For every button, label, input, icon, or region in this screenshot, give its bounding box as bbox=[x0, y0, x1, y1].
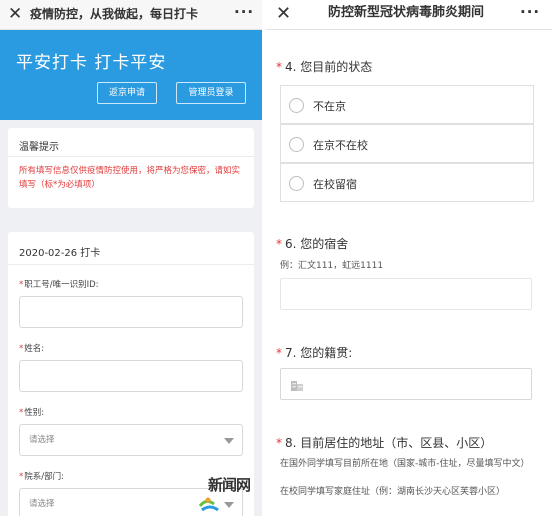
left-page-title: 疫情防控，从我做起，每日打卡 bbox=[30, 7, 199, 21]
radio-button[interactable] bbox=[289, 176, 304, 191]
staff-id-input[interactable] bbox=[19, 296, 243, 328]
close-icon[interactable]: ✕ bbox=[8, 4, 22, 24]
gender-select[interactable]: 请选择 bbox=[19, 424, 243, 456]
watermark-logo: 新闻网 bbox=[196, 470, 262, 516]
checkin-date-title: 2020-02-26 打卡 bbox=[19, 248, 101, 259]
more-icon[interactable]: ··· bbox=[234, 3, 254, 21]
question-7-title: * 7. 您的籍贯: bbox=[276, 346, 353, 360]
right-top-bar: ✕ 防控新型冠状病毒肺炎期间 ··· bbox=[266, 0, 552, 30]
more-icon[interactable]: ··· bbox=[520, 3, 540, 21]
dorm-input[interactable] bbox=[280, 278, 532, 310]
divider bbox=[8, 156, 254, 157]
radio-button[interactable] bbox=[289, 98, 304, 113]
building-icon bbox=[291, 381, 303, 391]
chevron-down-icon bbox=[224, 438, 234, 444]
question-8-title: * 8. 目前居住的地址（市、区县、小区） bbox=[276, 436, 493, 450]
option-not-in-beijing[interactable]: 不在京 bbox=[280, 85, 534, 124]
field-label-gender: *性别: bbox=[19, 408, 45, 418]
option-label: 不在京 bbox=[313, 100, 346, 113]
field-label-department: *院系/部门: bbox=[19, 472, 64, 482]
right-page-title: 防控新型冠状病毒肺炎期间 bbox=[328, 5, 485, 20]
question-4-title: * 4. 您目前的状态 bbox=[276, 60, 373, 74]
return-apply-button[interactable]: 返京申请 bbox=[97, 82, 157, 104]
question-6-title: * 6. 您的宿舍 bbox=[276, 237, 349, 251]
left-phone-screen: ✕ 疫情防控，从我做起，每日打卡 ··· 平安打卡 打卡平安 返京申请 管理员登… bbox=[0, 0, 262, 516]
watermark-text: 新闻网 bbox=[208, 476, 251, 494]
gender-select-placeholder: 请选择 bbox=[29, 435, 55, 445]
divider bbox=[8, 264, 254, 265]
option-label: 在京不在校 bbox=[313, 139, 368, 152]
field-label-staff-id: *职工号/唯一识别ID: bbox=[19, 280, 99, 290]
question-8-hint-abroad: 在国外同学填写目前所在地（国家-城市-住址，尽量填写中文） bbox=[280, 459, 530, 469]
notice-text: 所有填写信息仅供疫情防控使用，将严格为您保密，请如实填写（标*为必填项） bbox=[19, 166, 241, 190]
notice-card: 温馨提示 所有填写信息仅供疫情防控使用，将严格为您保密，请如实填写（标*为必填项… bbox=[8, 128, 254, 208]
right-phone-screen: ✕ 防控新型冠状病毒肺炎期间 ··· * 4. 您目前的状态 不在京 在京不在校 … bbox=[266, 0, 552, 516]
close-icon[interactable]: ✕ bbox=[276, 4, 291, 24]
banner-title: 平安打卡 打卡平安 bbox=[16, 53, 167, 73]
option-in-beijing-not-on-campus[interactable]: 在京不在校 bbox=[280, 124, 534, 163]
question-6-hint: 例：汇文111，虹远1111 bbox=[280, 261, 384, 271]
banner: 平安打卡 打卡平安 返京申请 管理员登录 bbox=[0, 30, 262, 120]
question-8-hint-campus: 在校同学填写家庭住址（例：湖南长沙天心区芙蓉小区） bbox=[280, 487, 506, 497]
option-on-campus[interactable]: 在校留宿 bbox=[280, 163, 534, 202]
admin-login-button[interactable]: 管理员登录 bbox=[176, 82, 246, 104]
option-label: 在校留宿 bbox=[313, 178, 357, 191]
department-select-placeholder: 请选择 bbox=[29, 499, 55, 509]
notice-title: 温馨提示 bbox=[19, 142, 59, 153]
radio-button[interactable] bbox=[289, 137, 304, 152]
hometown-input[interactable] bbox=[280, 368, 532, 400]
name-input[interactable] bbox=[19, 360, 243, 392]
field-label-name: *姓名: bbox=[19, 344, 45, 354]
left-top-bar: ✕ 疫情防控，从我做起，每日打卡 ··· bbox=[0, 0, 262, 30]
